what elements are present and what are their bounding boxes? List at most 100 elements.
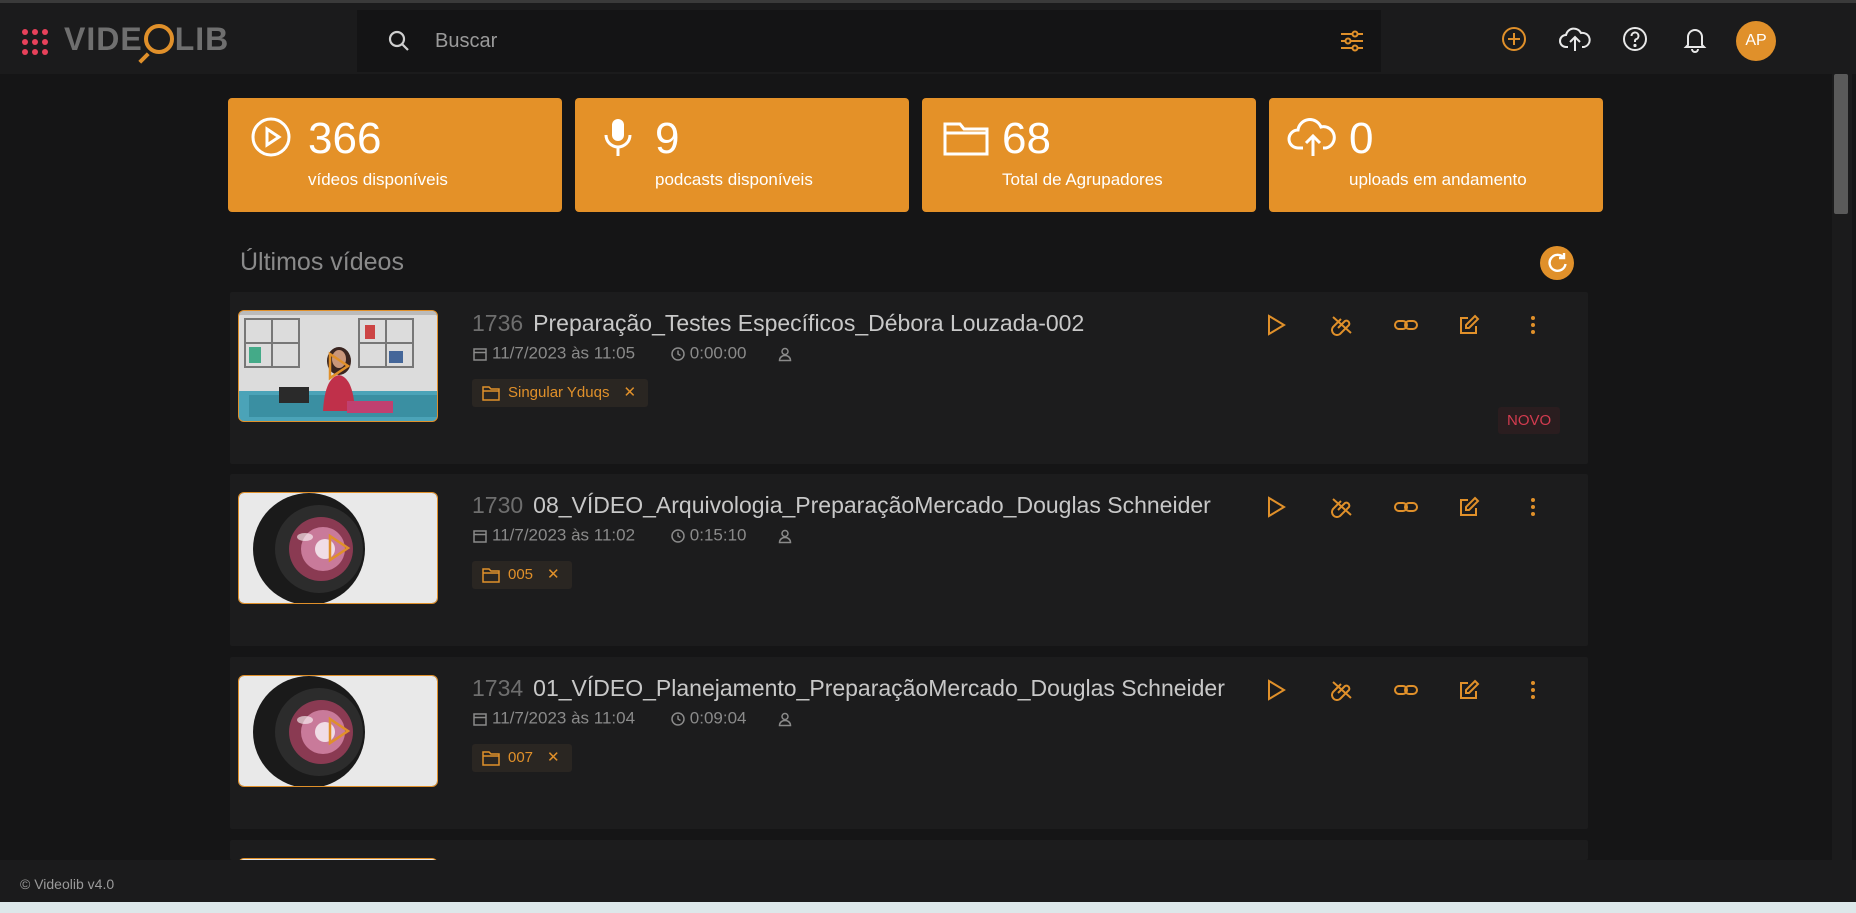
remove-tag-icon[interactable]: ✕ xyxy=(547,566,560,583)
tag-label: 005 xyxy=(508,566,534,583)
stat-value: 366 xyxy=(308,114,382,163)
remove-tag-icon[interactable]: ✕ xyxy=(623,384,636,401)
section-title: Últimos vídeos xyxy=(240,248,404,276)
tag-label: Singular Yduqs xyxy=(508,384,610,401)
stat-card-podcasts[interactable]: 9 podcasts disponíveis xyxy=(575,98,909,212)
folder-icon xyxy=(482,566,508,583)
video-meta: 11/7/2023 às 11:05 0:00:00 xyxy=(472,343,797,364)
stat-label: vídeos disponíveis xyxy=(308,170,448,189)
search-input[interactable] xyxy=(435,24,1235,58)
video-title-line[interactable]: 1730 08_VÍDEO_Arquivologia_PreparaçãoMerc… xyxy=(472,492,1211,519)
logo[interactable]: VIDE LIB xyxy=(64,21,229,58)
folder-tag[interactable]: 007 ✕ xyxy=(472,744,572,772)
stat-card-groupers[interactable]: 68 Total de Agrupadores xyxy=(922,98,1256,212)
folder-icon xyxy=(482,749,508,766)
list-item[interactable]: 1736 Preparação_Testes Específicos_Débora… xyxy=(230,292,1588,464)
video-title-line[interactable]: 1734 01_VÍDEO_Planejamento_PreparaçãoMerc… xyxy=(472,675,1225,702)
stat-value: 0 xyxy=(1349,114,1374,163)
folder-tag[interactable]: 005 ✕ xyxy=(472,561,572,589)
stat-label: uploads em andamento xyxy=(1349,170,1527,189)
edit-icon[interactable] xyxy=(1458,496,1480,523)
refresh-button[interactable] xyxy=(1540,246,1574,280)
video-date: 11/7/2023 às 11:02 xyxy=(492,525,636,545)
link-icon[interactable] xyxy=(1394,679,1418,706)
clip-link-icon[interactable] xyxy=(1330,679,1354,706)
refresh-icon xyxy=(1540,253,1574,284)
play-overlay-icon xyxy=(327,533,351,568)
more-options-icon[interactable] xyxy=(1522,314,1544,341)
more-options-icon[interactable] xyxy=(1522,679,1544,706)
video-thumbnail[interactable] xyxy=(238,675,438,787)
edit-icon[interactable] xyxy=(1458,314,1480,341)
stat-card-uploads[interactable]: 0 uploads em andamento xyxy=(1269,98,1603,212)
folder-tag[interactable]: Singular Yduqs ✕ xyxy=(472,379,649,407)
footer: © Videolib v4.0 xyxy=(0,860,1856,902)
list-item[interactable]: 1734 01_VÍDEO_Planejamento_PreparaçãoMerc… xyxy=(230,657,1588,829)
filter-icon[interactable] xyxy=(1339,28,1365,59)
stat-value: 68 xyxy=(1002,114,1051,163)
avatar[interactable]: AP xyxy=(1736,21,1776,61)
video-date: 11/7/2023 às 11:05 xyxy=(492,343,636,363)
tag-label: 007 xyxy=(508,749,534,766)
play-overlay-icon xyxy=(327,716,351,751)
microphone-icon xyxy=(597,116,639,163)
clip-link-icon[interactable] xyxy=(1330,314,1354,341)
video-date: 11/7/2023 às 11:04 xyxy=(492,708,636,728)
cloud-upload-icon xyxy=(1287,116,1339,163)
calendar-icon xyxy=(472,526,492,545)
bell-icon[interactable] xyxy=(1681,25,1709,58)
apps-icon[interactable] xyxy=(22,29,48,55)
video-title[interactable]: Preparação_Testes Específicos_Débora Lou… xyxy=(533,310,1084,336)
search-icon[interactable] xyxy=(387,29,411,58)
user-icon xyxy=(777,526,797,545)
clock-icon xyxy=(670,709,690,728)
more-options-icon[interactable] xyxy=(1522,496,1544,523)
video-meta: 11/7/2023 às 11:04 0:09:04 xyxy=(472,708,797,729)
calendar-icon xyxy=(472,344,492,363)
video-thumbnail[interactable] xyxy=(238,310,438,422)
video-duration: 0:00:00 xyxy=(689,343,747,363)
clock-icon xyxy=(670,526,690,545)
link-icon[interactable] xyxy=(1394,496,1418,523)
video-title-line[interactable]: 1736 Preparação_Testes Específicos_Débora… xyxy=(472,310,1084,337)
video-duration: 0:09:04 xyxy=(689,708,747,728)
add-icon[interactable] xyxy=(1500,25,1528,58)
user-icon xyxy=(777,344,797,363)
video-duration: 0:15:10 xyxy=(689,525,747,545)
play-overlay-icon xyxy=(327,351,351,386)
play-icon[interactable] xyxy=(1266,314,1286,341)
os-taskbar xyxy=(0,902,1856,913)
clip-link-icon[interactable] xyxy=(1330,496,1354,523)
play-icon[interactable] xyxy=(1266,496,1286,523)
remove-tag-icon[interactable]: ✕ xyxy=(547,749,560,766)
link-icon[interactable] xyxy=(1394,314,1418,341)
edit-icon[interactable] xyxy=(1458,679,1480,706)
scrollbar-thumb[interactable] xyxy=(1834,74,1848,214)
video-id: 1730 xyxy=(472,492,524,518)
list-item[interactable] xyxy=(230,840,1588,860)
help-icon[interactable] xyxy=(1621,25,1649,58)
list-item[interactable]: 1730 08_VÍDEO_Arquivologia_PreparaçãoMerc… xyxy=(230,474,1588,646)
stat-label: Total de Agrupadores xyxy=(1002,170,1163,189)
user-icon xyxy=(777,709,797,728)
status-badge: NOVO xyxy=(1498,407,1561,434)
video-id: 1736 xyxy=(472,310,524,336)
upload-icon[interactable] xyxy=(1559,25,1591,58)
video-meta: 11/7/2023 às 11:02 0:15:10 xyxy=(472,525,797,546)
video-thumbnail[interactable] xyxy=(238,492,438,604)
scrollbar[interactable] xyxy=(1832,74,1852,860)
search-bar xyxy=(357,10,1381,72)
stat-label: podcasts disponíveis xyxy=(655,170,813,189)
clock-icon xyxy=(670,344,690,363)
folder-icon xyxy=(482,384,508,401)
calendar-icon xyxy=(472,709,492,728)
stat-card-videos[interactable]: 366 vídeos disponíveis xyxy=(228,98,562,212)
top-bar: VIDELIB AP xyxy=(0,0,1856,74)
play-icon[interactable] xyxy=(1266,679,1286,706)
play-circle-icon xyxy=(250,116,292,163)
stat-value: 9 xyxy=(655,114,680,163)
video-title[interactable]: 01_VÍDEO_Planejamento_PreparaçãoMercado_… xyxy=(533,675,1225,701)
video-id: 1734 xyxy=(472,675,524,701)
video-title[interactable]: 08_VÍDEO_Arquivologia_PreparaçãoMercado_… xyxy=(533,492,1211,518)
folder-icon xyxy=(942,116,990,163)
